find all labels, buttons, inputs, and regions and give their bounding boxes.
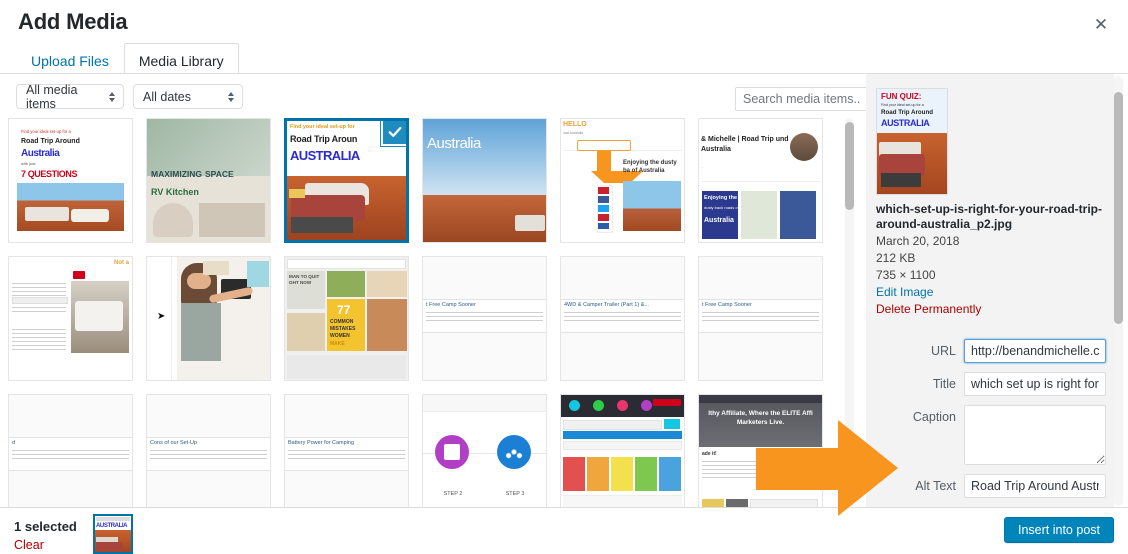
sidebar-scrollbar-thumb[interactable] bbox=[1114, 92, 1123, 324]
page-title: Add Media bbox=[18, 9, 128, 34]
delete-permanently-link[interactable]: Delete Permanently bbox=[876, 301, 981, 317]
selection-count: 1 selected bbox=[14, 519, 77, 534]
clear-selection-link[interactable]: Clear bbox=[14, 538, 44, 552]
media-thumbnail-australia-with-just-7-questions[interactable]: Find your ideal set-up for Road Trip Aro… bbox=[284, 118, 409, 243]
url-field[interactable] bbox=[964, 339, 1106, 363]
modal-header: Add Media ✕ Upload Files Media Library bbox=[0, 0, 1128, 80]
edit-image-link[interactable]: Edit Image bbox=[876, 284, 933, 300]
media-type-filter[interactable]: All media items bbox=[16, 82, 124, 111]
media-thumbnail-4wd-camper-trailer-part-1[interactable]: 4WD & Camper Trailer (Part 1) &... bbox=[560, 256, 685, 381]
media-thumbnail-step-2-step-3-diagram[interactable]: STEP 2 STEP 3 bbox=[422, 394, 547, 508]
attachment-details-sidebar: FUN QUIZ: Find your ideal set-up for a R… bbox=[866, 74, 1114, 508]
media-thumbnail-caravan-renovation-page[interactable]: Not a bbox=[8, 256, 133, 381]
caption-field[interactable] bbox=[964, 405, 1106, 465]
selected-thumbnail[interactable]: AUSTRALIA bbox=[93, 514, 133, 554]
chevron-updown-icon bbox=[228, 91, 234, 102]
media-thumbnail-money-talk-post[interactable]: d bbox=[8, 394, 133, 508]
media-thumbnail-affiliate-dashboard-screenshot[interactable] bbox=[560, 394, 685, 508]
preview-fun-quiz-text: FUN QUIZ: bbox=[881, 92, 922, 101]
close-icon[interactable]: ✕ bbox=[1086, 11, 1116, 37]
field-row-caption: Caption bbox=[866, 405, 1114, 465]
attachments-grid[interactable]: Find your ideal set-up for a Road Trip A… bbox=[8, 118, 856, 508]
chevron-updown-icon bbox=[109, 91, 115, 102]
media-thumbnail-ben-michelle-road-trip-profile[interactable]: & Michelle | Road Trip und Australia ...… bbox=[698, 118, 823, 243]
title-field[interactable] bbox=[964, 372, 1106, 396]
field-row-url: URL bbox=[866, 339, 1114, 363]
media-type-filter-value: All media items bbox=[26, 82, 78, 111]
attachment-filesize: 212 KB bbox=[876, 251, 916, 265]
field-row-title: Title bbox=[866, 372, 1114, 396]
attachment-meta: which-set-up-is-right-for-your-road-trip… bbox=[876, 202, 1104, 317]
attachment-preview-image[interactable]: FUN QUIZ: Find your ideal set-up for a R… bbox=[876, 88, 948, 195]
media-thumbnail-road-trip-australia-7-questions-pin[interactable]: Find your ideal set-up for a Road Trip A… bbox=[8, 118, 133, 243]
media-thumbnail-free-camp-sooner-post-a[interactable]: t Free Camp Sooner bbox=[422, 256, 547, 381]
insert-into-post-button[interactable]: Insert into post bbox=[1004, 517, 1114, 543]
add-media-modal: Add Media ✕ Upload Files Media Library A… bbox=[0, 0, 1128, 554]
preview-road-text: Road Trip Around bbox=[881, 109, 934, 116]
title-label: Title bbox=[932, 377, 956, 391]
grid-scrollbar-thumb[interactable] bbox=[845, 122, 854, 210]
date-filter[interactable]: All dates bbox=[133, 84, 243, 109]
media-thumbnail-common-mistakes-women-make-board[interactable]: MAN TO QUIT GHT NOW 77 COMMON MISTAKES WOME… bbox=[284, 256, 409, 381]
search-input[interactable] bbox=[735, 87, 869, 111]
preview-sub-text: Find your ideal set-up for a bbox=[881, 103, 924, 107]
media-thumbnail-woman-pinning-board[interactable]: ➤ bbox=[146, 256, 271, 381]
attachment-date: March 20, 2018 bbox=[876, 234, 960, 248]
media-thumbnail-battery-power-for-camping[interactable]: Battery Power for Camping bbox=[284, 394, 409, 508]
checkmark-icon[interactable] bbox=[381, 121, 406, 146]
modal-footer: 1 selected Clear AUSTRALIA Insert into p… bbox=[0, 507, 1128, 554]
date-filter-value: All dates bbox=[143, 89, 191, 104]
field-row-alt-text: Alt Text bbox=[866, 474, 1114, 498]
attachment-dimensions: 735 × 1100 bbox=[876, 268, 936, 282]
media-thumbnail-maximizing-storage-space-rv-kitchen[interactable]: MAXIMIZING SPACE RV Kitchen bbox=[146, 118, 271, 243]
media-thumbnail-free-camp-sooner-post-b[interactable]: t Free Camp Sooner bbox=[698, 256, 823, 381]
media-thumbnail-enjoying-the-dusty-back-roads-screenshot[interactable]: HELLO oad Australia Enjoying the dusty b… bbox=[560, 118, 685, 243]
media-thumbnail-wealthy-affiliate-elite-marketers[interactable]: lthy Affiliate, Where the ELITE Affi Mar… bbox=[698, 394, 823, 508]
attachment-fields: URL Title Caption Alt Text Description bbox=[866, 339, 1114, 508]
caption-label: Caption bbox=[912, 410, 956, 424]
alt-text-field[interactable] bbox=[964, 474, 1106, 498]
url-label: URL bbox=[930, 344, 956, 358]
media-thumbnail-cons-of-our-set-up[interactable]: Cons of our Set-Up bbox=[146, 394, 271, 508]
attachment-filename: which-set-up-is-right-for-your-road-trip… bbox=[876, 202, 1102, 231]
preview-australia-text: AUSTRALIA bbox=[881, 118, 930, 128]
media-thumbnail-australia-outback-road[interactable]: Australia bbox=[422, 118, 547, 243]
alt-text-label: Alt Text bbox=[915, 479, 956, 493]
